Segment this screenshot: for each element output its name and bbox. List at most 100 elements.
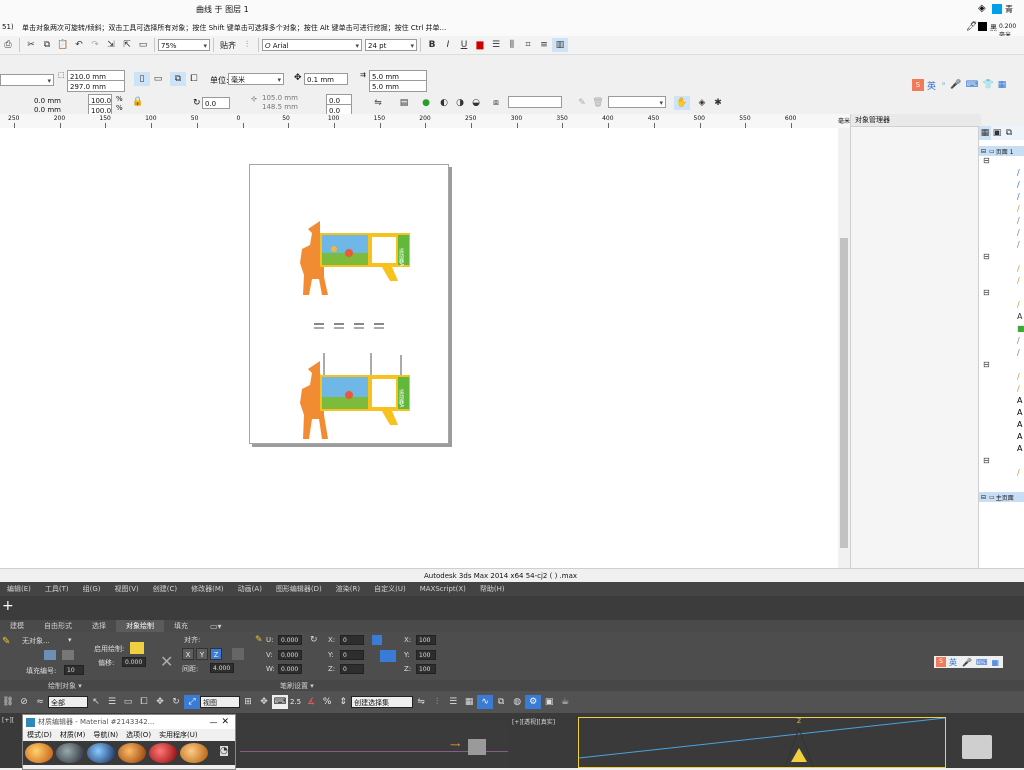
align-text-icon[interactable]: ≡ [536, 38, 552, 52]
link-icon[interactable]: ⛓ [0, 695, 16, 709]
ime-language-toggle[interactable]: 英 [949, 657, 957, 668]
scrollbar-thumb[interactable] [840, 238, 848, 548]
outline-width-select[interactable] [608, 96, 666, 108]
bind-spacewarp-icon[interactable]: ≈ [32, 695, 48, 709]
text-object-icon[interactable]: A [979, 408, 1024, 420]
view-cube-icon[interactable] [962, 735, 992, 759]
ime-keyboard-icon[interactable]: ⌨ [966, 80, 979, 90]
nudge-distance-field[interactable]: 0.1 mm [304, 73, 348, 85]
bullet-list-icon[interactable]: ☰ [488, 38, 504, 52]
master-page-node[interactable]: ⊟ ▭ 主页面 [979, 492, 1024, 502]
combine-icon[interactable]: ● [418, 96, 434, 110]
grid-icon[interactable]: ▥ [552, 38, 568, 52]
back-minus-front-icon[interactable]: ⧈ [488, 96, 504, 110]
collapse-icon[interactable]: ⊟ [981, 494, 986, 501]
max-menu-item[interactable]: 动画(A) [238, 584, 262, 594]
layer-group-node[interactable]: ⊟ [979, 456, 1024, 468]
max-menu-item[interactable]: 工具(T) [45, 584, 69, 594]
fill-tool-icon[interactable]: ◈ [694, 96, 710, 110]
weld-icon[interactable]: ◐ [436, 96, 452, 110]
render-setup-icon[interactable]: ⚙ [525, 695, 542, 709]
curve-object-icon[interactable]: ∕ [979, 192, 1024, 204]
ribbon-group-paint[interactable]: 绘制对象 ▾ [48, 681, 82, 691]
material-slot[interactable] [87, 743, 115, 763]
viewport-label-left[interactable]: [+][ [2, 717, 14, 724]
ribbon-group-brush[interactable]: 笔刷设置 ▾ [280, 681, 314, 691]
curve-object-icon[interactable]: ∕ [979, 216, 1024, 228]
ime-mic-icon[interactable]: 🎤 [950, 80, 961, 90]
trim-icon[interactable]: ◑ [452, 96, 468, 110]
graphite-icon[interactable]: ▦ [461, 695, 477, 709]
units-select[interactable]: 毫米 [228, 73, 284, 85]
plus-icon[interactable]: + [2, 598, 14, 614]
spinner-snap-icon[interactable]: ⇕ [335, 695, 351, 709]
outline-color-swatch[interactable] [978, 22, 987, 31]
curve-object-icon[interactable]: ∕ [979, 372, 1024, 384]
uniform-scale-icon[interactable] [380, 650, 396, 662]
fill-number-field[interactable]: 10 [64, 665, 84, 675]
max-menu-item[interactable]: 视图(V) [115, 584, 139, 594]
material-editor-menu-item[interactable]: 模式(D) [27, 730, 52, 740]
landscape-icon[interactable]: ▭ [150, 72, 166, 86]
undo-icon[interactable]: ↶ [71, 38, 87, 52]
vertical-scrollbar[interactable] [838, 128, 850, 568]
curve-object-icon[interactable]: ∕ [979, 384, 1024, 396]
style-select[interactable] [508, 96, 562, 108]
font-size-select[interactable]: 24 pt [365, 39, 417, 51]
page-size-select[interactable] [0, 74, 54, 86]
fill-color-swatch[interactable] [992, 4, 1002, 14]
curve-object-icon[interactable]: ∕ [979, 336, 1024, 348]
rotate-icon[interactable]: ↻ [168, 695, 184, 709]
dropdown-icon[interactable]: ▾ [68, 636, 72, 644]
text-object-icon[interactable]: A [979, 396, 1024, 408]
ime-mic-icon[interactable]: 🎤 [962, 658, 972, 667]
material-editor-menu-item[interactable]: 实用程序(U) [159, 730, 198, 740]
keyboard-shortcut-icon[interactable]: ⌨ [272, 695, 288, 709]
redo-icon[interactable]: ↷ [87, 38, 103, 52]
publish-icon[interactable]: ▭ [135, 38, 151, 52]
curve-editor-icon[interactable]: ∿ [477, 695, 494, 709]
schematic-view-icon[interactable]: ⧉ [493, 695, 509, 709]
material-editor-icon[interactable]: ◍ [509, 695, 525, 709]
font-family-select[interactable]: 𝑂 Arial [262, 39, 362, 51]
drawing-canvas[interactable]: 运动器A 运动器A [0, 128, 838, 568]
curve-object-icon[interactable]: ∕ [979, 168, 1024, 180]
max-menu-item[interactable]: 帮助(H) [480, 584, 505, 594]
percent-snap-icon[interactable]: % [319, 695, 335, 709]
delete-icon[interactable]: 🗑 [590, 96, 606, 110]
layer-group-node[interactable]: ⊟ [979, 252, 1024, 264]
portrait-icon[interactable]: ▯ [134, 72, 150, 86]
scatter-icon[interactable]: ✎ [255, 635, 263, 645]
layer-group-node[interactable]: ⊟ [979, 288, 1024, 300]
move-icon[interactable]: ✥ [152, 695, 168, 709]
window-crossing-icon[interactable]: ⧠ [136, 695, 152, 709]
curve-object-icon[interactable]: ∕ [979, 180, 1024, 192]
text-frame-icon[interactable]: ⌗ [520, 38, 536, 52]
rotate-y-field[interactable]: 0 [340, 650, 364, 660]
ribbon-tab[interactable]: 自由形式 [34, 620, 82, 632]
curve-object-icon[interactable]: ∕ [979, 468, 1024, 480]
all-pages-icon[interactable]: ⧉ [170, 72, 186, 86]
minimize-icon[interactable]: — [209, 718, 217, 727]
zoom-level-select[interactable]: 75% [158, 39, 210, 51]
u-field[interactable]: 0.000 [278, 635, 302, 645]
hand-icon[interactable]: ✋ [674, 96, 690, 110]
material-editor-menu-item[interactable]: 选项(O) [126, 730, 151, 740]
cut-icon[interactable]: ✂ [23, 38, 39, 52]
selection-filter-select[interactable]: 全部 [48, 696, 88, 708]
export-icon[interactable]: ⇱ [119, 38, 135, 52]
paint-icon[interactable] [62, 650, 74, 660]
align-z-button[interactable]: Z [210, 648, 222, 660]
align-y-button[interactable]: Y [196, 648, 208, 660]
text-object-icon[interactable]: A [979, 420, 1024, 432]
material-slot[interactable] [118, 743, 146, 763]
offset-field[interactable]: 0.000 [122, 657, 146, 667]
perspective-viewport[interactable]: Z [578, 717, 946, 768]
material-slot[interactable] [56, 743, 84, 763]
curve-object-icon[interactable]: ■ [979, 324, 1024, 336]
angle-snap-icon[interactable]: ∡ [303, 695, 319, 709]
object-cube[interactable] [468, 739, 486, 755]
curve-object-icon[interactable]: ∕ [979, 300, 1024, 312]
ribbon-options-icon[interactable]: ▭▾ [210, 622, 222, 631]
mirror-icon[interactable]: ⇋ [413, 695, 429, 709]
